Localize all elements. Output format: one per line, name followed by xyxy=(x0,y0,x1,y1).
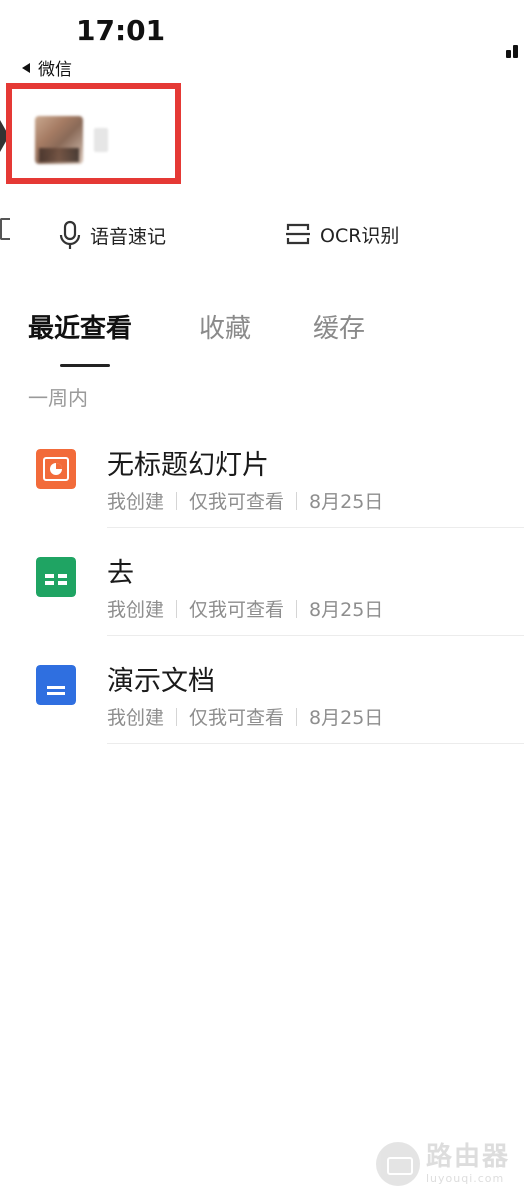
doc-permission: 仅我可查看 xyxy=(189,707,285,729)
back-link-label: 微信 xyxy=(38,60,72,80)
tab-bar: 最近查看 收藏 缓存 xyxy=(0,302,524,372)
doc-title: 演示文档 xyxy=(107,666,215,697)
status-time: 17:01 xyxy=(76,14,166,47)
doc-permission: 仅我可查看 xyxy=(189,491,285,513)
doc-title: 无标题幻灯片 xyxy=(107,450,269,481)
doc-creator: 我创建 xyxy=(107,599,165,621)
meta-divider xyxy=(176,707,178,726)
watermark: 路由器 luyouqi.com xyxy=(375,1142,510,1186)
watermark-sub: luyouqi.com xyxy=(425,1172,505,1185)
row-divider xyxy=(107,743,524,744)
list-item[interactable]: 无标题幻灯片 我创建 仅我可查看 8月25日 xyxy=(0,443,524,551)
doc-meta: 我创建 仅我可查看 8月25日 xyxy=(107,703,383,730)
meta-divider xyxy=(296,599,298,618)
microphone-icon xyxy=(59,220,81,249)
signal-icon xyxy=(506,44,520,58)
watermark-main: 路由器 xyxy=(425,1142,510,1172)
router-logo-icon xyxy=(375,1142,420,1186)
highlight-box xyxy=(6,83,181,184)
list-item[interactable]: 演示文档 我创建 仅我可查看 8月25日 xyxy=(0,659,524,767)
scan-icon xyxy=(286,223,310,245)
tab-favorites[interactable]: 收藏 xyxy=(199,308,251,345)
meta-divider xyxy=(176,599,178,618)
back-to-wechat-link[interactable]: 微信 xyxy=(22,55,72,80)
list-item[interactable]: 去 我创建 仅我可查看 8月25日 xyxy=(0,551,524,659)
ocr-label: OCR识别 xyxy=(320,224,400,247)
voice-note-button[interactable]: 语音速记 xyxy=(58,220,166,250)
ocr-button[interactable]: OCR识别 xyxy=(284,220,399,248)
doc-creator: 我创建 xyxy=(107,491,165,513)
voice-note-label: 语音速记 xyxy=(90,225,167,248)
section-label-week: 一周内 xyxy=(28,386,88,410)
doc-date: 8月25日 xyxy=(309,491,384,513)
doc-meta: 我创建 仅我可查看 8月25日 xyxy=(107,487,383,514)
more-action-icon[interactable] xyxy=(0,218,10,240)
meta-divider xyxy=(296,491,298,510)
tab-cache[interactable]: 缓存 xyxy=(313,308,365,345)
quick-actions-bar: 语音速记 OCR识别 xyxy=(0,218,524,258)
doc-date: 8月25日 xyxy=(309,707,384,729)
back-arrow-icon xyxy=(22,62,30,73)
meta-divider xyxy=(176,491,178,510)
row-divider xyxy=(107,527,524,528)
active-tab-indicator xyxy=(60,364,110,367)
doc-meta: 我创建 仅我可查看 8月25日 xyxy=(107,595,383,622)
row-divider xyxy=(107,635,524,636)
doc-title: 去 xyxy=(107,558,134,589)
slides-icon xyxy=(36,449,76,489)
doc-creator: 我创建 xyxy=(107,707,165,729)
meta-divider xyxy=(296,707,298,726)
tab-recent[interactable]: 最近查看 xyxy=(28,308,132,345)
doc-date: 8月25日 xyxy=(309,599,384,621)
document-icon xyxy=(36,665,76,705)
sheet-icon xyxy=(36,557,76,597)
doc-permission: 仅我可查看 xyxy=(189,599,285,621)
